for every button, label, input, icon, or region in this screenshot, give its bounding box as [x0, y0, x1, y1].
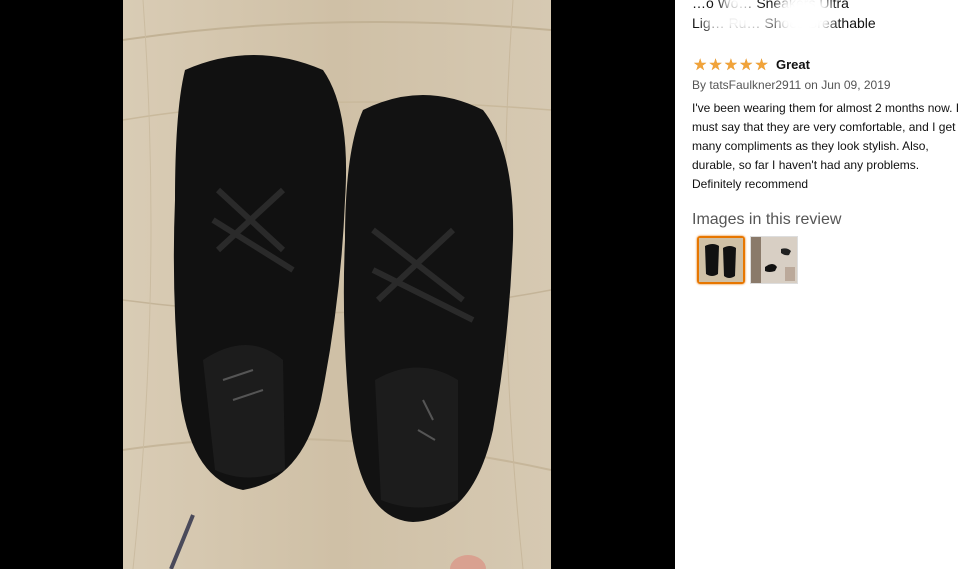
star-icon: ★	[754, 57, 769, 74]
star-icon: ★	[708, 57, 723, 74]
review-photo[interactable]	[123, 0, 551, 569]
star-icon: ★	[739, 57, 754, 74]
redaction-blur	[703, 12, 773, 32]
star-icon: ★	[723, 57, 739, 74]
star-rating: ★ ★ ★ ★ ★	[693, 57, 769, 74]
review-body: I've been wearing them for almost 2 mont…	[692, 101, 960, 191]
thumbnail-1-image	[699, 238, 743, 282]
images-section-heading: Images in this review	[692, 211, 842, 228]
thumbnail-1[interactable]	[697, 236, 745, 284]
review-byline: By tatsFaulkner2911 on Jun 09, 2019	[692, 78, 891, 92]
star-icon: ★	[693, 57, 708, 74]
review-title[interactable]: Great	[776, 57, 810, 73]
thumbnail-2-image	[751, 237, 797, 283]
redaction-blur	[775, 0, 833, 40]
image-viewer	[0, 0, 675, 569]
review-panel: …o Wo… Sneakers Ultra Lig… Ru… Shoes Bre…	[675, 0, 966, 569]
thumbnail-2[interactable]	[750, 236, 798, 284]
